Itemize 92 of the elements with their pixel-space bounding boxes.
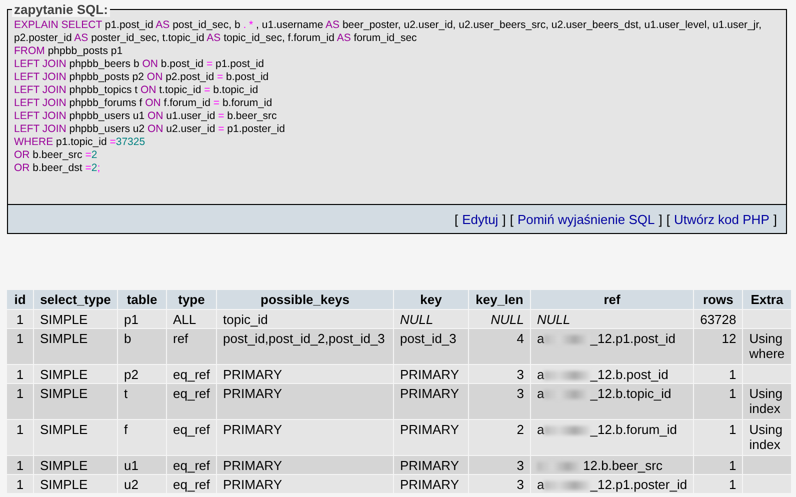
table-cell: 1 [7,475,33,493]
column-header: table [118,290,166,309]
bracket: [ [666,212,670,226]
column-header: id [7,290,33,309]
column-header: select_type [34,290,117,309]
table-cell: Using index [743,384,791,419]
table-cell: u1 [118,456,166,474]
bracket: [ [510,212,514,226]
table-cell-text: _12.b.post_id [590,367,668,382]
table-cell: f [118,420,166,455]
table-cell: eq_ref [167,365,216,383]
table-cell: PRIMARY [394,456,468,474]
table-cell: Using where [743,329,791,364]
table-cell: SIMPLE [34,475,117,493]
table-cell: NULL [469,310,530,328]
table-cell-text: _12.p1.poster_id [590,477,688,492]
table-cell: ref [167,329,216,364]
table-cell: SIMPLE [34,420,117,455]
table-cell: Using index [743,420,791,455]
table-cell: 1 [694,420,742,455]
table-cell: SIMPLE [34,456,117,474]
table-cell: post_id,post_id_2,post_id_3 [217,329,393,364]
table-cell-text: a [537,422,544,437]
table-cell: eq_ref [167,420,216,455]
table-cell: 1 [7,329,33,364]
table-cell: 12 [694,329,742,364]
table-cell: NULL [531,310,694,328]
table-cell: ALL [167,310,216,328]
table-cell-text: a [537,477,544,492]
action-link[interactable]: Edytuj [462,212,498,226]
table-cell: SIMPLE [34,329,117,364]
table-cell-text: _12.b.forum_id [590,422,677,437]
table-cell: PRIMARY [394,365,468,383]
table-cell: 63728 [694,310,742,328]
table-cell: 1 [694,384,742,419]
table-cell-text: a [537,367,544,382]
table-cell: topic_id [217,310,393,328]
table-cell: SIMPLE [34,365,117,383]
table-cell: post_id_3 [394,329,468,364]
table-cell: 1 [7,456,33,474]
table-cell: SIMPLE [34,310,117,328]
table-cell: PRIMARY [217,365,393,383]
bracket: [ [454,212,458,226]
column-header: rows [694,290,742,309]
table-cell: 3 [469,384,530,419]
table-cell: 1 [694,456,742,474]
bracket: ] [773,212,777,226]
table-cell: eq_ref [167,384,216,419]
table-cell: eq_ref [167,456,216,474]
table-cell: 1 [7,310,33,328]
table-cell: b [118,329,166,364]
panel-legend: zapytanie SQL: [12,2,110,17]
table-cell: 2 [469,420,530,455]
sql-code: EXPLAIN SELECT p1.post_id AS post_id_sec, b . * , u1.username AS beer_poster, u2.user_id, u2.user_beers_src, u2.user_beers_dst, u1.user_level, u1.user_jr, p2.poster_id AS poster_id_sec, t.topic_id AS topic_id_sec, f.forum_id AS forum_id_sec FROM phpbb_posts p1 LEFT JOIN phpbb_beers b ON b.post_id = p1.post_id LEFT JOIN phpbb_posts p2 ON p2.post_id = b.post_id LEFT JOIN phpbb_topics t ON t.topic_id = b.topic_id LEFT JOIN phpbb_forums f ON f.forum_id = b.forum_id LEFT JOIN phpbb_users u1 ON u1.user_id = b.beer_src LEFT JOIN phpbb_users u2 ON u2.user_id = p1.poster_id WHERE p1.topic_id =37325 OR b.beer_src =2 OR b.beer_dst =2; [13,18,763,176]
table-cell: 3 [469,475,530,493]
table-cell: PRIMARY [394,384,468,419]
column-header: ref [531,290,694,309]
table-cell: 1 [7,365,33,383]
bracket: ] [658,212,662,226]
action-link[interactable]: Utwórz kod PHP [674,212,770,226]
table-cell: 1 [7,384,33,419]
table-cell: 3 [469,365,530,383]
action-link[interactable]: Pomiń wyjaśnienie SQL [517,212,655,226]
table-cell: PRIMARY [394,420,468,455]
table-cell-text: a [537,331,544,346]
column-header: possible_keys [217,290,393,309]
table-cell: eq_ref [167,475,216,493]
column-header: key [394,290,468,309]
column-header: Extra [743,290,791,309]
table-cell: 3 [469,456,530,474]
table-cell-text: 12.b.beer_src [583,458,662,473]
table-cell: PRIMARY [217,420,393,455]
table-cell: PRIMARY [217,456,393,474]
table-cell: t [118,384,166,419]
table-cell: 1 [694,475,742,493]
table-cell: PRIMARY [217,475,393,493]
table-cell: 1 [694,365,742,383]
column-header: key_len [469,290,530,309]
table-cell: NULL [394,310,468,328]
table-cell: 4 [469,329,530,364]
table-cell-text: _12.p1.post_id [590,331,676,346]
table-cell: SIMPLE [34,384,117,419]
table-cell: p1 [118,310,166,328]
table-cell-text: a [537,386,544,401]
table-cell: 1 [7,420,33,455]
table-cell-text: _12.b.topic_id [590,386,672,401]
table-cell: PRIMARY [217,384,393,419]
table-cell: PRIMARY [394,475,468,493]
bracket: ] [502,212,506,226]
table-cell: u2 [118,475,166,493]
column-header: type [167,290,216,309]
table-cell: p2 [118,365,166,383]
